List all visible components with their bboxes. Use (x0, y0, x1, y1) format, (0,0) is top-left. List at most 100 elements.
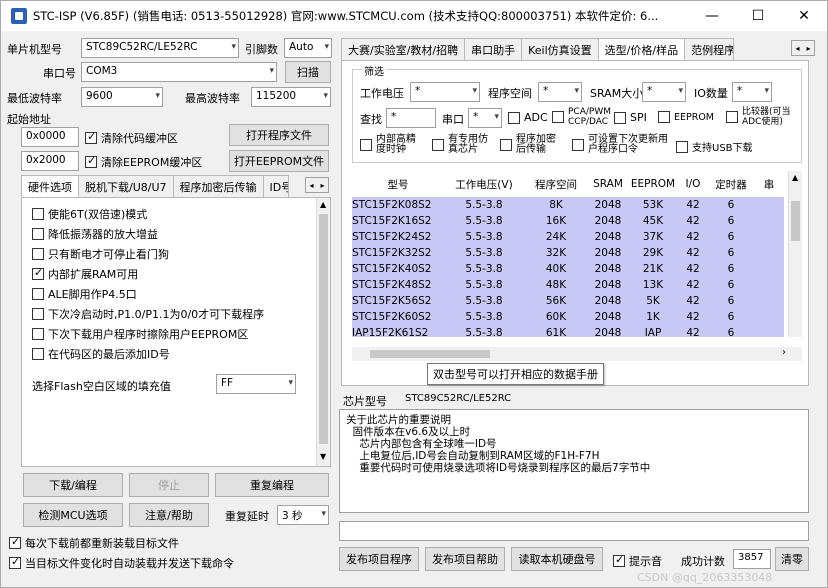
open-eeprom-button[interactable]: 打开EEPROM文件 (229, 150, 329, 172)
option-checkbox[interactable]: 只有断电才可停止看门狗 (32, 246, 169, 262)
filter-pca-pwm[interactable]: PCA/PWM CCP/DAC (552, 107, 611, 127)
filter-encrypted[interactable]: 程序加密后传输 (500, 135, 564, 155)
max-baud-select[interactable]: 115200 ▾ (251, 87, 331, 107)
clear-code-checkbox[interactable]: 清除代码缓冲区 (85, 130, 178, 146)
table-row[interactable]: STC15F2K24S2 5.5-3.8 24K 2048 37K 42 6 (352, 229, 784, 245)
filter-password[interactable]: 可设置下次更新用户程序口令 (572, 135, 668, 155)
reload-before-checkbox[interactable]: 每次下载前都重新装载目标文件 (9, 535, 179, 551)
voltage-select[interactable]: * ▾ (410, 82, 480, 102)
tab-scroll-arrows[interactable]: ◂ ▸ (305, 177, 329, 193)
table-row[interactable]: STC15F2K08S2 5.5-3.8 8K 2048 53K 42 6 (352, 197, 784, 213)
repeat-delay-select[interactable]: 3 秒 ▾ (277, 505, 329, 525)
column-header[interactable]: 串 (754, 171, 784, 197)
arrow-left-icon[interactable]: ◂ (306, 178, 317, 192)
filter-internal-clock[interactable]: 内部高精度时钟 (360, 135, 424, 155)
arrow-right-icon[interactable]: ▸ (803, 41, 814, 55)
tab-keil-settings[interactable]: Keil仿真设置 (521, 38, 599, 60)
clear-count-button[interactable]: 清零 (775, 547, 809, 571)
check-mcu-button[interactable]: 检测MCU选项 (23, 503, 123, 527)
scroll-up-icon[interactable]: ▲ (320, 200, 326, 209)
mcu-type-select[interactable]: STC89C52RC/LE52RC ▾ (81, 38, 239, 58)
column-header[interactable]: EEPROM (628, 171, 678, 197)
table-row[interactable]: STC15F2K60S2 5.5-3.8 60K 2048 1K 42 6 (352, 309, 784, 325)
tab-encrypted-transfer[interactable]: 程序加密后传输 (172, 175, 264, 197)
table-row[interactable]: STC15F2K16S2 5.5-3.8 16K 2048 45K 42 6 (352, 213, 784, 229)
column-header[interactable]: 型号 (352, 171, 444, 197)
arrow-right-icon[interactable]: ▸ (317, 178, 328, 192)
filter-spi[interactable]: SPI (614, 111, 647, 124)
tab-hardware-options[interactable]: 硬件选项 (21, 175, 79, 197)
option-checkbox[interactable]: 下次下载用户程序时擦除用户EEPROM区 (32, 326, 248, 342)
table-scrollbar-horizontal[interactable]: › (352, 347, 802, 361)
options-scrollbar[interactable]: ▲ ▼ (316, 198, 330, 466)
table-scrollbar-vertical[interactable]: ▲ (788, 171, 802, 337)
maximize-button[interactable]: ☐ (735, 1, 781, 31)
success-count-label: 成功计数 (681, 555, 725, 568)
clear-eeprom-checkbox[interactable]: 清除EEPROM缓冲区 (85, 154, 202, 170)
option-checkbox[interactable]: 下次冷启动时,P1.0/P1.1为0/0才可下载程序 (32, 306, 264, 322)
tab-contest[interactable]: 大赛/实验室/教材/招聘 (341, 38, 466, 60)
column-header[interactable]: 定时器 (708, 171, 754, 197)
flash-size-select[interactable]: * ▾ (538, 82, 582, 102)
download-program-button[interactable]: 下载/编程 (23, 473, 123, 497)
search-input[interactable]: * (386, 108, 436, 128)
close-button[interactable]: ✕ (781, 1, 827, 31)
arrow-left-icon[interactable]: ◂ (792, 41, 803, 55)
publish-help-button[interactable]: 发布项目帮助 (425, 547, 505, 571)
beep-checkbox[interactable]: 提示音 (613, 553, 662, 569)
table-row[interactable]: STC15F2K40S2 5.5-3.8 40K 2048 21K 42 6 (352, 261, 784, 277)
filter-usb[interactable]: 支持USB下载 (676, 139, 753, 154)
scrollbar-thumb[interactable] (370, 350, 490, 358)
scrollbar-thumb[interactable] (791, 201, 800, 241)
table-row[interactable]: STC15F2K48S2 5.5-3.8 48K 2048 13K 42 6 (352, 277, 784, 293)
tab-offline-download[interactable]: 脱机下载/U8/U7 (78, 175, 174, 197)
option-checkbox[interactable]: 使能6T(双倍速)模式 (32, 206, 147, 222)
open-program-button[interactable]: 打开程序文件 (229, 124, 329, 146)
min-baud-select[interactable]: 9600 ▾ (81, 87, 163, 107)
column-header[interactable]: SRAM (588, 171, 628, 197)
table-row[interactable]: STC15F2K56S2 5.5-3.8 56K 2048 5K 42 6 (352, 293, 784, 309)
read-disk-button[interactable]: 读取本机硬盘号 (511, 547, 603, 571)
stop-button[interactable]: 停止 (129, 473, 209, 497)
minimize-button[interactable]: — (689, 1, 735, 31)
table-row[interactable]: IAP15F2K61S2 5.5-3.8 61K 2048 IAP 42 6 (352, 325, 784, 337)
option-checkbox[interactable]: 降低振荡器的放大增益 (32, 226, 158, 242)
tab-examples[interactable]: 范例程序 (684, 38, 735, 60)
scrollbar-thumb[interactable] (319, 214, 328, 444)
tab-serial-assistant[interactable]: 串口助手 (464, 38, 523, 60)
scroll-up-icon[interactable]: ▲ (792, 173, 798, 182)
column-header[interactable]: 工作电压(V) (444, 171, 524, 197)
filter-comparator[interactable]: 比较器(可当ADC使用) (726, 107, 806, 127)
scroll-right-icon[interactable]: › (782, 347, 786, 358)
table-cell: STC15F2K56S2 (352, 293, 444, 309)
scan-button[interactable]: 扫描 (285, 61, 331, 83)
fill-value-select[interactable]: FF ▾ (216, 374, 296, 394)
filter-emulator[interactable]: 有专用仿真芯片 (432, 135, 492, 155)
help-button[interactable]: 注意/帮助 (129, 503, 209, 527)
option-checkbox[interactable]: 内部扩展RAM可用 (32, 266, 138, 282)
auto-send-checkbox[interactable]: 当目标文件变化时自动装载并发送下载命令 (9, 555, 234, 571)
filter-eeprom[interactable]: EEPROM (658, 111, 714, 123)
scroll-down-icon[interactable]: ▼ (320, 452, 326, 461)
uart-select[interactable]: * ▾ (468, 108, 502, 128)
repeat-program-button[interactable]: 重复编程 (215, 473, 329, 497)
chip-info-box[interactable]: 关于此芯片的重要说明 固件版本在v6.6及以上时 芯片内部包含有全球唯一ID号 … (339, 409, 809, 513)
filter-adc[interactable]: ADC (508, 111, 548, 124)
sram-size-select[interactable]: * ▾ (642, 82, 686, 102)
publish-program-button[interactable]: 发布项目程序 (339, 547, 419, 571)
table-cell: 32K (524, 245, 588, 261)
column-header[interactable]: I/O (678, 171, 708, 197)
pins-select[interactable]: Auto ▾ (284, 38, 332, 58)
eeprom-address-input[interactable]: 0x2000 (21, 151, 79, 171)
table-row[interactable]: STC15F2K32S2 5.5-3.8 32K 2048 29K 42 6 (352, 245, 784, 261)
tab-selection-price[interactable]: 选型/价格/样品 (597, 38, 686, 60)
io-count-select[interactable]: * ▾ (732, 82, 772, 102)
code-address-input[interactable]: 0x0000 (21, 127, 79, 147)
port-select[interactable]: COM3 ▾ (81, 62, 277, 82)
table-cell: 5.5-3.8 (444, 325, 524, 337)
right-tab-scroll-arrows[interactable]: ◂ ▸ (791, 40, 815, 56)
column-header[interactable]: 程序空间 (524, 171, 588, 197)
option-checkbox[interactable]: ALE脚用作P4.5口 (32, 286, 137, 302)
option-checkbox[interactable]: 在代码区的最后添加ID号 (32, 346, 170, 362)
tab-id-number[interactable]: ID号 (262, 175, 289, 197)
